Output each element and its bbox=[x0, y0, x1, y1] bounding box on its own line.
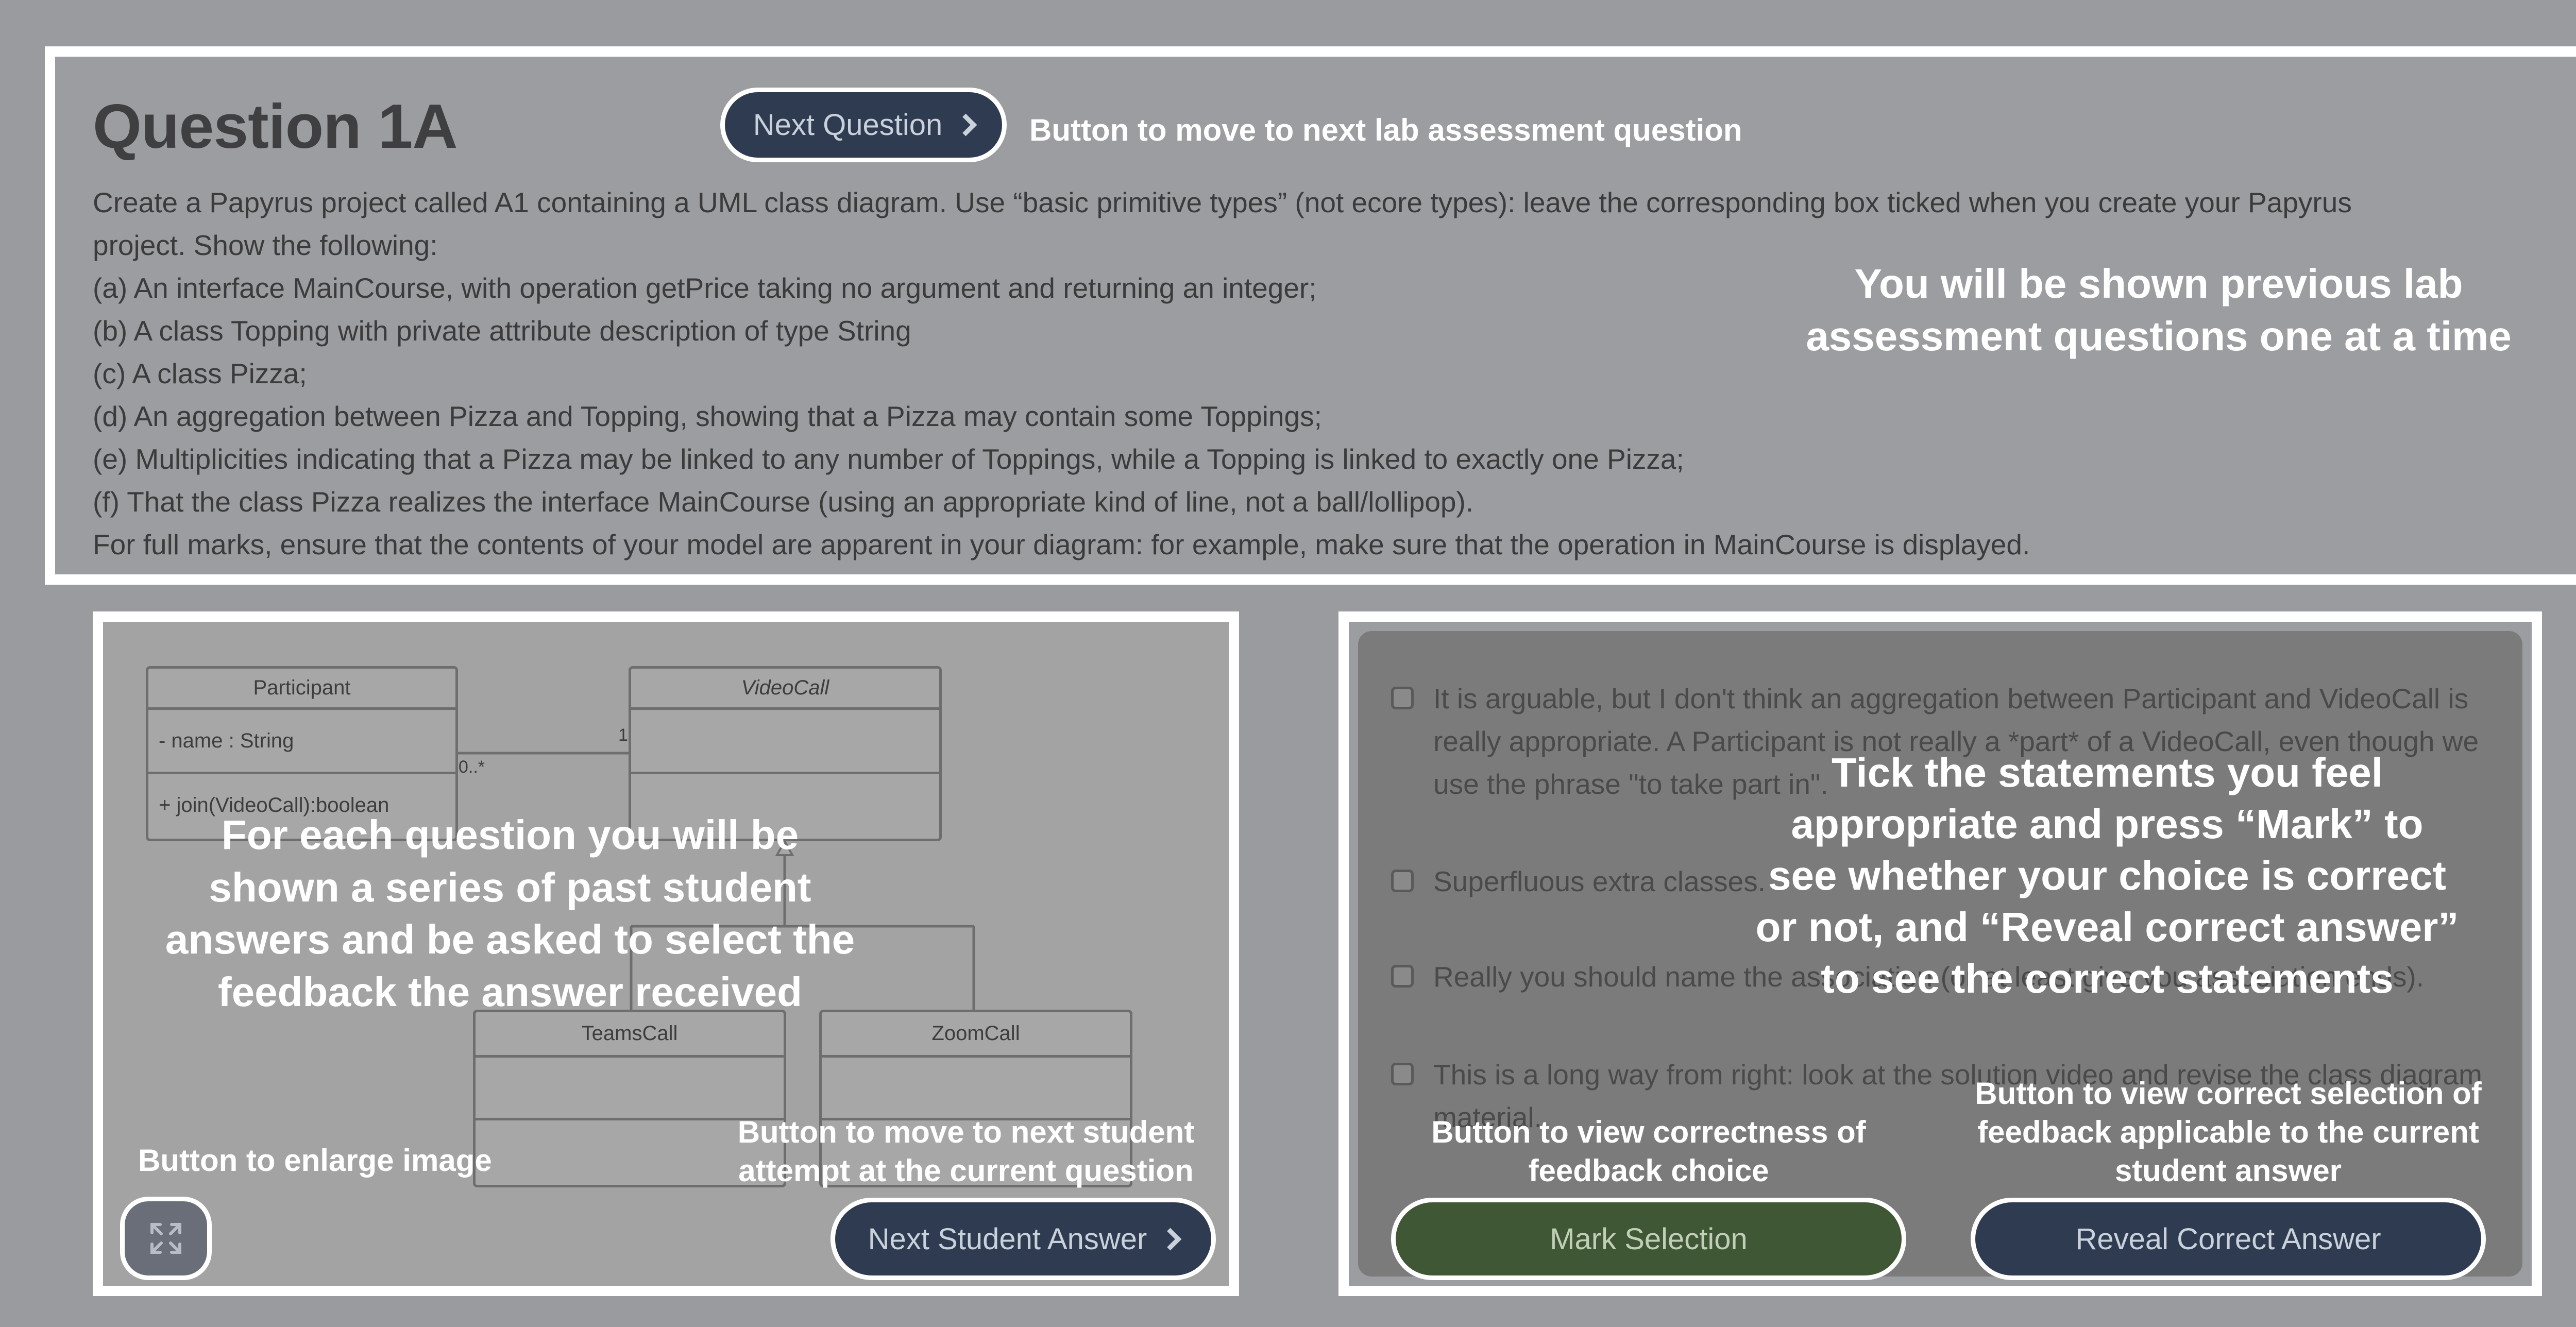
uml-class-name: ZoomCall bbox=[822, 1012, 1130, 1058]
annotation-line: feedback applicable to the current bbox=[1977, 1115, 2479, 1149]
mark-selection-button[interactable]: Mark Selection bbox=[1391, 1198, 1906, 1280]
annotation-tick-statements: Tick the statements you feel appropriate… bbox=[1710, 747, 2504, 1005]
feedback-checkbox[interactable] bbox=[1391, 1063, 1414, 1085]
annotation-mark-selection: Button to view correctness of feedback c… bbox=[1391, 1113, 1906, 1190]
annotation-next-student: Button to move to next student attempt a… bbox=[706, 1113, 1226, 1190]
annotation-enlarge-image: Button to enlarge image bbox=[138, 1143, 492, 1178]
annotation-line: student answer bbox=[2114, 1153, 2342, 1188]
feedback-checkbox[interactable] bbox=[1391, 870, 1414, 892]
reveal-correct-answer-label: Reveal Correct Answer bbox=[2075, 1222, 2381, 1256]
annotation-student-answers: For each question you will be shown a se… bbox=[134, 809, 886, 1018]
annotation-line: answers and be asked to select the bbox=[165, 916, 855, 963]
multiplicity-label: 1 bbox=[618, 725, 628, 745]
next-student-answer-label: Next Student Answer bbox=[868, 1222, 1147, 1256]
annotation-line: For each question you will be bbox=[221, 812, 799, 858]
annotation-line: appropriate and press “Mark” to bbox=[1791, 801, 2424, 847]
uml-compartment bbox=[822, 1058, 1130, 1120]
feedback-checkbox[interactable] bbox=[1391, 687, 1414, 709]
uml-compartment bbox=[631, 710, 939, 774]
uml-class-name: VideoCall bbox=[631, 669, 939, 710]
annotation-line: to see the correct statements bbox=[1821, 956, 2394, 1001]
uml-compartment bbox=[476, 1058, 784, 1120]
chevron-right-icon bbox=[1159, 1228, 1182, 1250]
annotation-line: shown a series of past student bbox=[209, 864, 811, 910]
next-student-answer-button[interactable]: Next Student Answer bbox=[831, 1198, 1216, 1280]
annotation-line: Button to view correctness of bbox=[1431, 1115, 1866, 1149]
annotation-line: feedback choice bbox=[1528, 1153, 1769, 1188]
annotation-line: feedback the answer received bbox=[218, 968, 802, 1015]
multiplicity-label: 0..* bbox=[459, 757, 485, 777]
annotation-line: Tick the statements you feel bbox=[1832, 750, 2383, 795]
uml-attribute: - name : String bbox=[148, 710, 455, 774]
expand-icon bbox=[150, 1223, 181, 1254]
reveal-correct-answer-button[interactable]: Reveal Correct Answer bbox=[1971, 1198, 2486, 1280]
annotation-line: attempt at the current question bbox=[738, 1153, 1194, 1188]
annotation-line: Button to move to next student bbox=[737, 1115, 1195, 1149]
uml-class-name: Participant bbox=[148, 669, 455, 710]
annotation-reveal-answer: Button to view correct selection of feed… bbox=[1947, 1074, 2509, 1190]
annotation-line: see whether your choice is correct bbox=[1768, 853, 2447, 898]
annotation-line: Button to view correct selection of bbox=[1975, 1076, 2482, 1111]
enlarge-image-button[interactable] bbox=[120, 1197, 212, 1280]
mark-selection-label: Mark Selection bbox=[1550, 1222, 1748, 1256]
annotation-line: or not, and “Reveal correct answer” bbox=[1755, 904, 2459, 950]
uml-class-name: TeamsCall bbox=[476, 1012, 784, 1058]
feedback-checkbox[interactable] bbox=[1391, 965, 1414, 988]
